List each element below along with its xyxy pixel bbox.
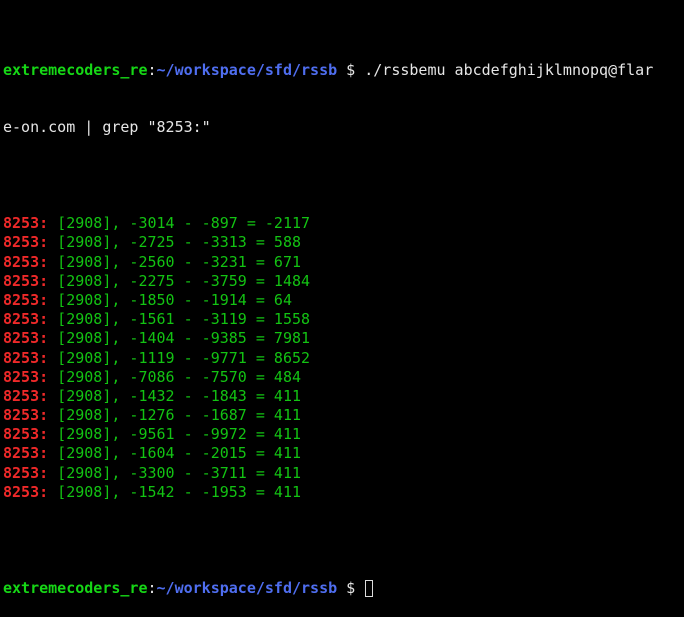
grep-match-label: 8253: (3, 233, 49, 252)
grep-match-label: 8253: (3, 348, 49, 367)
output-text: [2908], -1119 - -9771 = 8652 (48, 348, 311, 367)
output-text: [2908], -1850 - -1914 = 64 (48, 290, 292, 309)
output-line: 8253: [2908], -1850 - -1914 = 64 (3, 291, 684, 310)
output-text: [2908], -1561 - -3119 = 1558 (48, 310, 311, 329)
output-line: 8253: [2908], -1432 - -1843 = 411 (3, 387, 684, 406)
command-line-2: e-on.com | grep "8253:" (3, 118, 684, 137)
output-line: 8253: [2908], -1276 - -1687 = 411 (3, 406, 684, 425)
terminal-window[interactable]: extremecoders_re:~/workspace/sfd/rssb $ … (0, 0, 684, 597)
output-text: [2908], -9561 - -9972 = 411 (48, 425, 302, 444)
output-line: 8253: [2908], -1542 - -1953 = 411 (3, 483, 684, 502)
output-line: 8253: [2908], -7086 - -7570 = 484 (3, 368, 684, 387)
output-text: [2908], -1542 - -1953 = 411 (48, 482, 302, 501)
command-text-part-1: ./rssbemu abcdefghijklmnopq@flar (364, 60, 654, 79)
command-text-part-2: e-on.com | grep "8253:" (3, 118, 211, 137)
output-line: 8253: [2908], -2275 - -3759 = 1484 (3, 272, 684, 291)
grep-match-label: 8253: (3, 406, 49, 425)
output-line: 8253: [2908], -3014 - -897 = -2117 (3, 214, 684, 233)
output-text: [2908], -3300 - -3711 = 411 (48, 463, 302, 482)
output-text: [2908], -1432 - -1843 = 411 (48, 386, 302, 405)
current-prompt-separator: : (147, 578, 157, 597)
grep-match-label: 8253: (3, 386, 49, 405)
grep-match-label: 8253: (3, 290, 49, 309)
output-text: [2908], -7086 - -7570 = 484 (48, 367, 302, 386)
output-lines: 8253: [2908], -3014 - -897 = -2117 8253: … (3, 214, 684, 502)
grep-match-label: 8253: (3, 214, 49, 233)
prompt-symbol: $ (337, 60, 365, 79)
output-text: [2908], -2725 - -3313 = 588 (48, 233, 302, 252)
current-prompt-line[interactable]: extremecoders_re:~/workspace/sfd/rssb $ (3, 579, 684, 598)
text-cursor[interactable] (365, 579, 374, 597)
grep-match-label: 8253: (3, 444, 49, 463)
output-line: 8253: [2908], -1404 - -9385 = 7981 (3, 329, 684, 348)
grep-match-label: 8253: (3, 482, 49, 501)
current-prompt-symbol: $ (337, 578, 365, 597)
output-line: 8253: [2908], -1119 - -9771 = 8652 (3, 349, 684, 368)
grep-match-label: 8253: (3, 271, 49, 290)
grep-match-label: 8253: (3, 463, 49, 482)
prompt-separator: : (147, 60, 157, 79)
output-line: 8253: [2908], -1604 - -2015 = 411 (3, 444, 684, 463)
output-text: [2908], -3014 - -897 = -2117 (48, 214, 311, 233)
grep-match-label: 8253: (3, 329, 49, 348)
output-line: 8253: [2908], -2725 - -3313 = 588 (3, 233, 684, 252)
grep-match-label: 8253: (3, 310, 49, 329)
output-line: 8253: [2908], -1561 - -3119 = 1558 (3, 310, 684, 329)
grep-match-label: 8253: (3, 367, 49, 386)
current-prompt-user: extremecoders_re (3, 578, 148, 597)
command-line-1: extremecoders_re:~/workspace/sfd/rssb $ … (3, 61, 684, 80)
grep-match-label: 8253: (3, 252, 49, 271)
current-prompt-path: ~/workspace/sfd/rssb (156, 578, 338, 597)
prompt-path: ~/workspace/sfd/rssb (156, 60, 338, 79)
output-text: [2908], -2275 - -3759 = 1484 (48, 271, 311, 290)
output-line: 8253: [2908], -2560 - -3231 = 671 (3, 253, 684, 272)
output-text: [2908], -2560 - -3231 = 671 (48, 252, 302, 271)
output-text: [2908], -1604 - -2015 = 411 (48, 444, 302, 463)
output-line: 8253: [2908], -3300 - -3711 = 411 (3, 464, 684, 483)
prompt-user: extremecoders_re (3, 60, 148, 79)
grep-match-label: 8253: (3, 425, 49, 444)
output-text: [2908], -1404 - -9385 = 7981 (48, 329, 311, 348)
output-line: 8253: [2908], -9561 - -9972 = 411 (3, 425, 684, 444)
output-text: [2908], -1276 - -1687 = 411 (48, 406, 302, 425)
